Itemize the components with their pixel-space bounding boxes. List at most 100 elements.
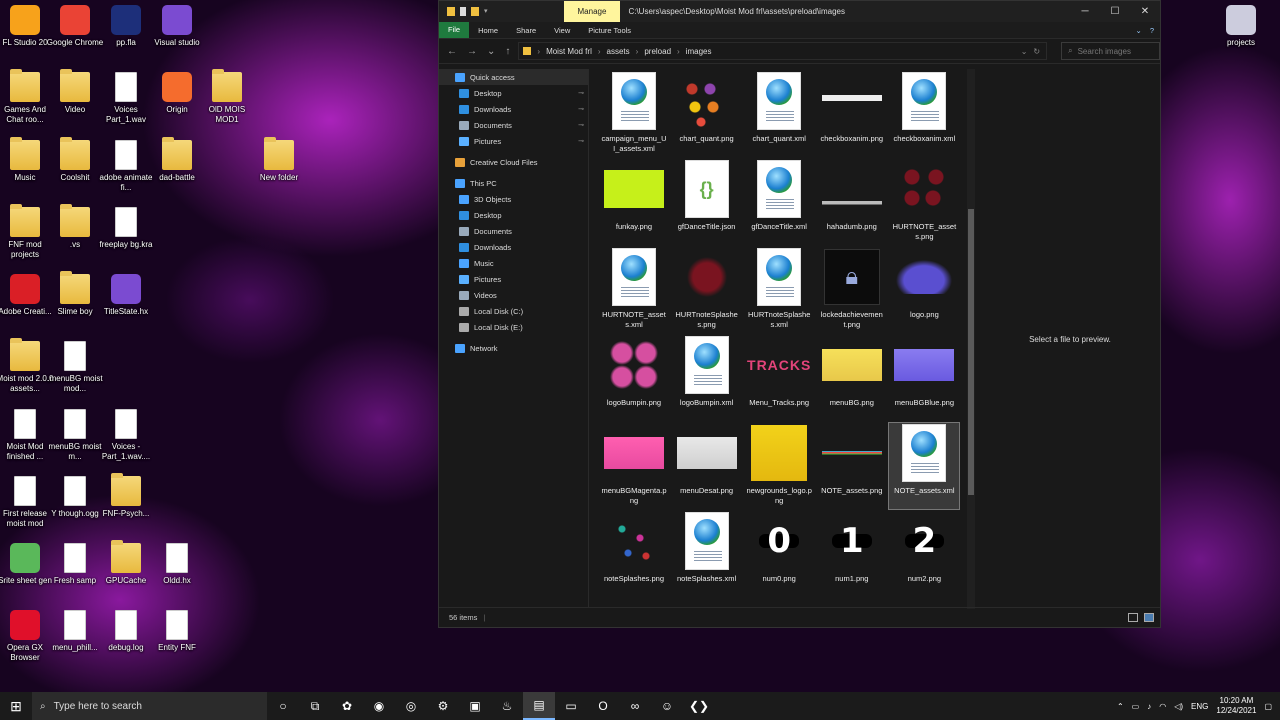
- nav-item[interactable]: Pictures ⊸: [439, 133, 588, 149]
- scrollbar-thumb[interactable]: [968, 209, 974, 495]
- address-dropdown-icon[interactable]: ⌄: [1021, 47, 1028, 56]
- refresh-icon[interactable]: ↻: [1033, 47, 1040, 56]
- nav-item[interactable]: Documents: [439, 223, 588, 239]
- desktop-icon[interactable]: pp.fla: [97, 5, 155, 48]
- file-tile[interactable]: 🔒︎ lockedachievement.png: [817, 247, 887, 333]
- tab-file[interactable]: File: [439, 22, 470, 38]
- breadcrumb-item[interactable]: Moist Mod frl: [546, 47, 592, 56]
- minimize-button[interactable]: ─: [1070, 6, 1100, 17]
- nav-item[interactable]: Downloads: [439, 239, 588, 255]
- desktop-icon[interactable]: debug.log: [97, 610, 155, 653]
- new-folder-icon[interactable]: [471, 7, 479, 16]
- desktop-icon[interactable]: FNF-Psych...: [97, 473, 155, 519]
- clock[interactable]: 10:20 AM 12/24/2021: [1216, 696, 1256, 716]
- desktop-icon[interactable]: Google Chrome: [46, 5, 104, 48]
- vertical-scrollbar[interactable]: [967, 69, 975, 609]
- taskbar-search-box[interactable]: ⌕ Type here to search: [32, 692, 267, 720]
- desktop-icon[interactable]: Entity FNF: [148, 610, 206, 653]
- desktop-icon[interactable]: OlD MOIS MOD1: [198, 69, 256, 125]
- forward-arrow-icon[interactable]: →: [467, 46, 477, 57]
- desktop-icon[interactable]: freeplay bg.kra: [97, 207, 155, 250]
- desktop-icon[interactable]: Slime boy: [46, 271, 104, 317]
- nav-item[interactable]: Network: [439, 340, 588, 356]
- nav-item[interactable]: Videos: [439, 287, 588, 303]
- desktop-icon[interactable]: Visual studio: [148, 5, 206, 48]
- language-indicator[interactable]: ENG: [1191, 702, 1208, 711]
- desktop-icon[interactable]: Fresh samp: [46, 543, 104, 586]
- back-arrow-icon[interactable]: ←: [447, 46, 457, 57]
- breadcrumb-item[interactable]: images: [686, 47, 712, 56]
- file-explorer-icon[interactable]: ▤: [523, 692, 555, 720]
- tab-picture-tools[interactable]: Picture Tools: [579, 26, 640, 35]
- recent-locations-icon[interactable]: ⌄: [487, 46, 495, 57]
- file-tile[interactable]: funkay.png: [599, 159, 669, 245]
- file-tile[interactable]: checkboxanim.png: [817, 71, 887, 157]
- file-tile[interactable]: noteSplashes.xml: [672, 511, 742, 597]
- desktop-icon[interactable]: Video: [46, 69, 104, 115]
- visual-studio-icon[interactable]: ∞: [619, 692, 651, 720]
- file-tile[interactable]: chart_quant.xml: [744, 71, 814, 157]
- tab-view[interactable]: View: [545, 26, 579, 35]
- discord-icon[interactable]: ☺: [651, 692, 683, 720]
- search-box[interactable]: ⌕ Search images: [1061, 42, 1160, 60]
- cortana-icon[interactable]: ○: [267, 692, 299, 720]
- microphone-icon[interactable]: ♪: [1147, 702, 1151, 711]
- nav-item[interactable]: Creative Cloud Files: [439, 154, 588, 170]
- expand-ribbon-icon[interactable]: ⌄: [1136, 26, 1142, 35]
- details-view-icon[interactable]: [1128, 613, 1138, 622]
- file-tile[interactable]: {} gfDanceTitle.json: [672, 159, 742, 245]
- opera-gx-icon[interactable]: O: [587, 692, 619, 720]
- file-tile[interactable]: NOTE_assets.xml: [888, 422, 961, 510]
- manage-tab[interactable]: Manage: [563, 1, 621, 22]
- file-tile[interactable]: chart_quant.png: [672, 71, 742, 157]
- up-arrow-icon[interactable]: ↑: [505, 46, 510, 57]
- file-tile[interactable]: NOTE_assets.png: [817, 423, 887, 509]
- file-tile[interactable]: HURTNOTE_assets.png: [889, 159, 959, 245]
- file-tile[interactable]: TRACKS Menu_Tracks.png: [744, 335, 814, 421]
- nav-item[interactable]: Local Disk (C:): [439, 303, 588, 319]
- chevron-up-icon[interactable]: ⌃: [1117, 702, 1124, 711]
- desktop-icon[interactable]: New folder: [250, 137, 308, 183]
- sprite-sheet-icon[interactable]: ▣: [459, 692, 491, 720]
- file-tile[interactable]: gfDanceTitle.xml: [744, 159, 814, 245]
- task-view-icon[interactable]: ⧉: [299, 692, 331, 720]
- title-bar[interactable]: ▾ Manage C:\Users\aspec\Desktop\Moist Mo…: [439, 1, 1160, 22]
- chrome-icon[interactable]: ◎: [395, 692, 427, 720]
- file-tile[interactable]: HURTnoteSplashes.xml: [744, 247, 814, 333]
- volume-icon[interactable]: ◁): [1174, 702, 1183, 711]
- file-tile[interactable]: 0 num0.png: [744, 511, 814, 597]
- nav-item[interactable]: Documents ⊸: [439, 117, 588, 133]
- file-tile[interactable]: 2 num2.png: [889, 511, 959, 597]
- file-tile[interactable]: logoBumpin.xml: [672, 335, 742, 421]
- wifi-icon[interactable]: ◠: [1159, 702, 1166, 711]
- file-tile[interactable]: HURTnoteSplashes.png: [672, 247, 742, 333]
- desktop-icon[interactable]: adobe animate fi...: [97, 140, 155, 193]
- chevron-down-icon[interactable]: ▾: [484, 7, 488, 16]
- file-tile[interactable]: logoBumpin.png: [599, 335, 669, 421]
- settings-icon[interactable]: ⚙: [427, 692, 459, 720]
- desktop-icon[interactable]: projects: [1212, 5, 1270, 48]
- file-tile[interactable]: menuBGBlue.png: [889, 335, 959, 421]
- file-tile[interactable]: campaign_menu_UI_assets.xml: [599, 71, 669, 157]
- file-tile[interactable]: menuBG.png: [817, 335, 887, 421]
- notification-icon[interactable]: ▢: [1264, 702, 1272, 711]
- breadcrumb[interactable]: › Moist Mod frl › assets › preload › ima…: [518, 42, 1048, 60]
- desktop-icon[interactable]: dad-battle: [148, 137, 206, 183]
- nav-item[interactable]: Quick access: [439, 69, 588, 85]
- maximize-button[interactable]: ☐: [1100, 6, 1130, 17]
- breadcrumb-item[interactable]: preload: [644, 47, 671, 56]
- file-tile[interactable]: 1 num1.png: [817, 511, 887, 597]
- desktop-icon[interactable]: Y though.ogg: [46, 476, 104, 519]
- nav-item[interactable]: Music: [439, 255, 588, 271]
- help-icon[interactable]: ?: [1150, 26, 1154, 35]
- desktop-icon[interactable]: Oldd.hx: [148, 543, 206, 586]
- desktop-icon[interactable]: GPUCache: [97, 540, 155, 586]
- file-tile[interactable]: menuBGMagenta.png: [599, 423, 669, 509]
- fl-studio-icon[interactable]: ✿: [331, 692, 363, 720]
- nav-item[interactable]: Pictures: [439, 271, 588, 287]
- nav-item[interactable]: Desktop: [439, 207, 588, 223]
- terminal-icon[interactable]: ▭: [555, 692, 587, 720]
- vscode-icon[interactable]: ❮❯: [683, 692, 715, 720]
- desktop-icon[interactable]: menuBG moist m...: [46, 409, 104, 462]
- file-tile[interactable]: hahadumb.png: [817, 159, 887, 245]
